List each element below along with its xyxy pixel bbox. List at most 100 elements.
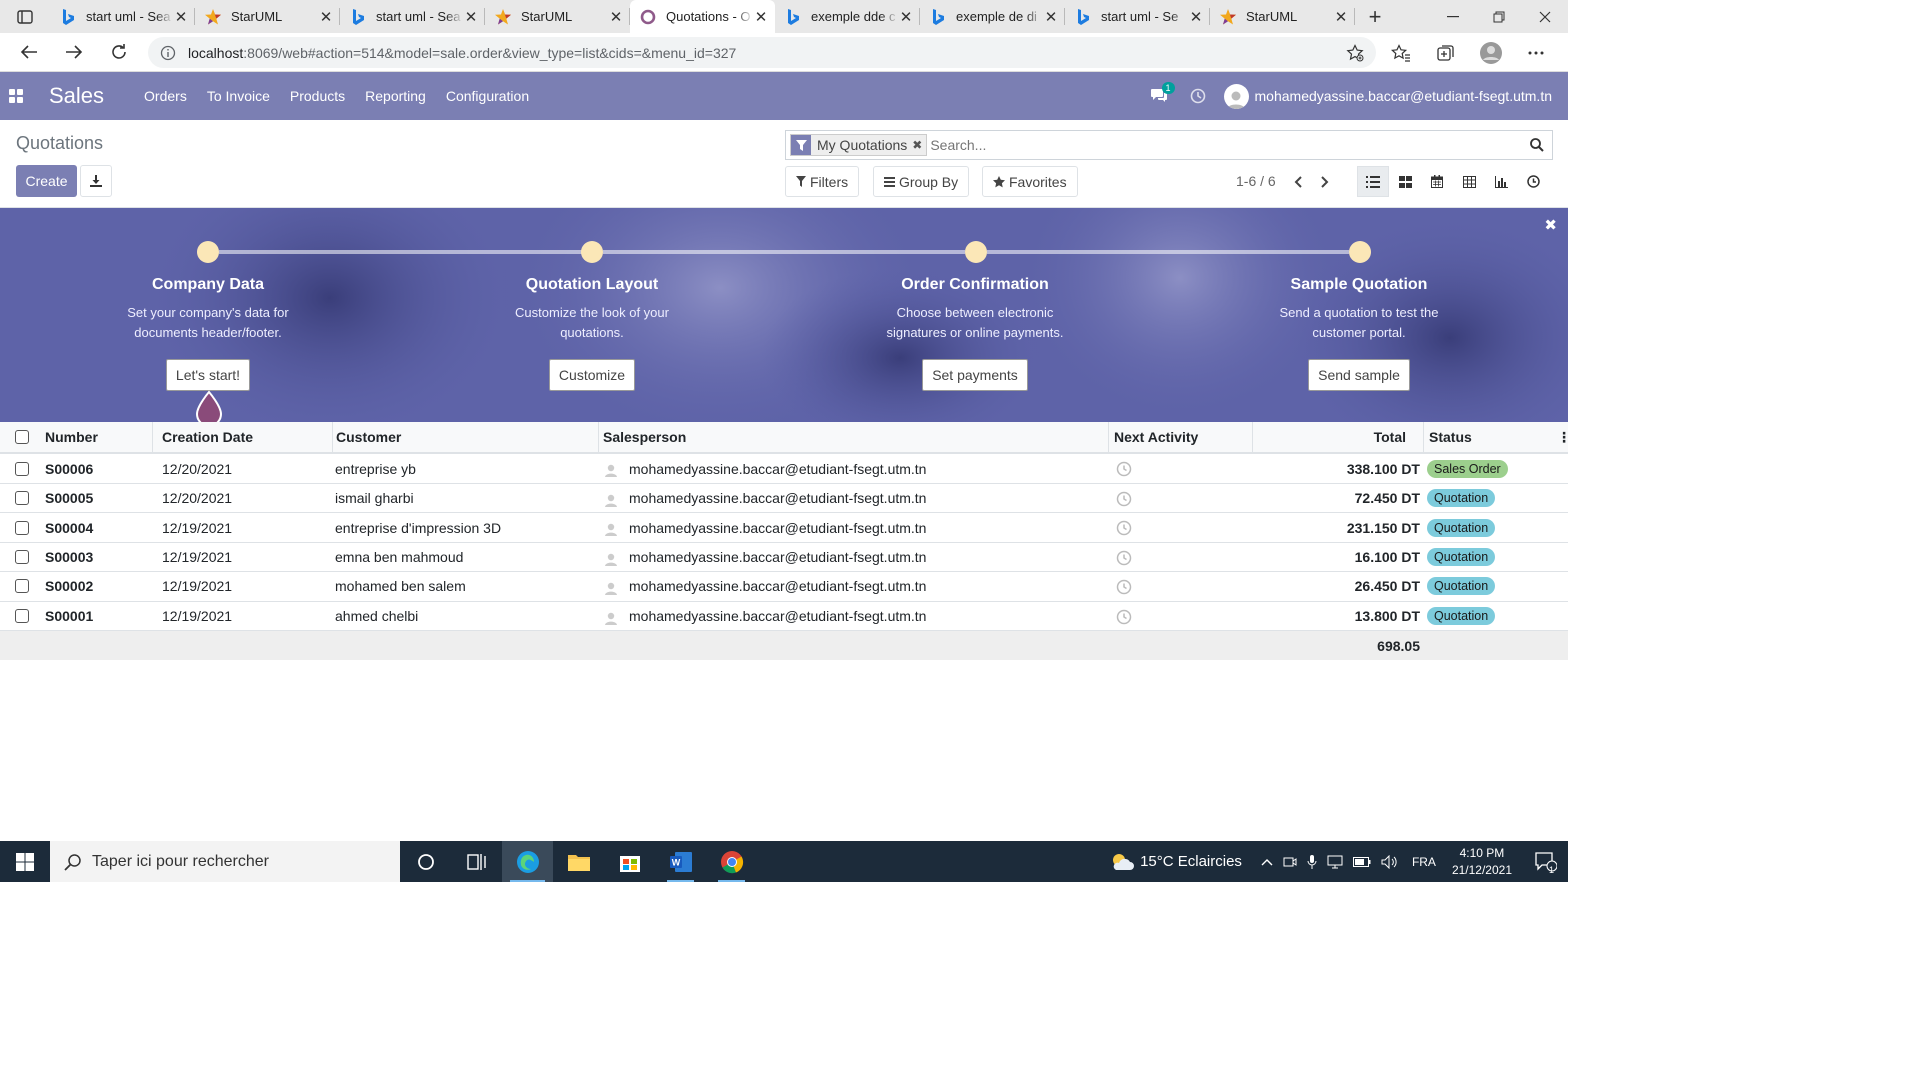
windows-start-icon[interactable] xyxy=(0,841,50,882)
app-brand[interactable]: Sales xyxy=(49,83,104,109)
microsoft-store-icon[interactable] xyxy=(604,841,655,882)
row-checkbox[interactable] xyxy=(15,549,29,564)
browser-tab[interactable]: Quotations - O ✕ xyxy=(630,0,775,33)
header-creation-date[interactable]: Creation Date xyxy=(162,429,253,445)
customize-button[interactable]: Customize xyxy=(548,359,636,391)
language-indicator[interactable]: FRA xyxy=(1412,855,1436,869)
discuss-icon[interactable]: 1 xyxy=(1150,82,1175,104)
table-row[interactable]: S00006 12/20/2021 entreprise yb mohamedyass… xyxy=(0,454,1568,484)
task-view-icon[interactable] xyxy=(451,841,502,882)
refresh-icon[interactable] xyxy=(96,33,141,72)
table-row[interactable]: S00001 12/19/2021 ahmed chelbi mohamedyassi… xyxy=(0,602,1568,631)
battery-icon[interactable] xyxy=(1352,856,1371,867)
pager-previous-icon[interactable] xyxy=(1285,166,1311,197)
close-tab-icon[interactable]: ✕ xyxy=(1043,9,1059,26)
lets-start-button[interactable]: Let's start! xyxy=(165,359,251,391)
url-bar[interactable]: localhost:8069/web#action=514&model=sale… xyxy=(148,37,1376,68)
more-options-icon[interactable] xyxy=(1513,33,1558,72)
calendar-view-icon[interactable] xyxy=(1421,166,1453,197)
favorites-icon[interactable] xyxy=(1378,33,1423,72)
chrome-icon[interactable] xyxy=(706,841,757,882)
activity-clock-icon[interactable] xyxy=(1190,88,1206,104)
menu-orders[interactable]: Orders xyxy=(134,88,197,104)
browser-tab[interactable]: exemple dde c ✕ xyxy=(775,0,920,33)
list-view-icon[interactable] xyxy=(1357,166,1389,197)
select-all-checkbox[interactable] xyxy=(15,430,29,444)
row-checkbox[interactable] xyxy=(15,608,29,623)
site-info-icon[interactable] xyxy=(148,45,188,61)
pivot-view-icon[interactable] xyxy=(1453,166,1485,197)
menu-reporting[interactable]: Reporting xyxy=(355,88,436,104)
add-favorite-icon[interactable] xyxy=(1346,44,1364,62)
app-menu-icon[interactable] xyxy=(0,72,32,120)
table-row[interactable]: S00005 12/20/2021 ismail gharbi mohamedyass… xyxy=(0,484,1568,514)
activity-clock-icon[interactable] xyxy=(1116,461,1132,477)
graph-view-icon[interactable] xyxy=(1485,166,1517,197)
browser-tab[interactable]: StarUML ✕ xyxy=(1210,0,1355,33)
header-salesperson[interactable]: Salesperson xyxy=(603,429,686,445)
export-download-button[interactable] xyxy=(80,165,112,197)
onboarding-tip-drop-icon[interactable] xyxy=(196,390,222,422)
header-next-activity[interactable]: Next Activity xyxy=(1114,429,1198,445)
close-tab-icon[interactable]: ✕ xyxy=(898,9,914,26)
header-number[interactable]: Number xyxy=(45,429,98,445)
group-by-button[interactable]: Group By xyxy=(873,166,970,197)
close-tab-icon[interactable]: ✕ xyxy=(753,9,769,26)
tab-actions-icon[interactable] xyxy=(0,0,50,33)
optional-columns-icon[interactable]: ⋮ xyxy=(1557,429,1571,446)
header-customer[interactable]: Customer xyxy=(336,429,401,445)
activity-clock-icon[interactable] xyxy=(1116,550,1132,566)
browser-tab[interactable]: start uml - Sea ✕ xyxy=(50,0,195,33)
user-name[interactable]: mohamedyassine.baccar@etudiant-fsegt.utm… xyxy=(1255,88,1552,104)
menu-to-invoice[interactable]: To Invoice xyxy=(197,88,280,104)
menu-products[interactable]: Products xyxy=(280,88,355,104)
activity-view-icon[interactable] xyxy=(1517,166,1549,197)
browser-tab[interactable]: StarUML ✕ xyxy=(195,0,340,33)
row-checkbox[interactable] xyxy=(15,461,29,476)
send-sample-button[interactable]: Send sample xyxy=(1308,359,1410,391)
close-tab-icon[interactable]: ✕ xyxy=(1188,9,1204,26)
search-icon[interactable] xyxy=(1522,138,1552,152)
kanban-view-icon[interactable] xyxy=(1389,166,1421,197)
row-checkbox[interactable] xyxy=(15,491,29,506)
favorites-button[interactable]: Favorites xyxy=(982,166,1078,197)
row-checkbox[interactable] xyxy=(15,520,29,535)
facet-remove-icon[interactable]: ✖ xyxy=(912,138,926,152)
file-explorer-icon[interactable] xyxy=(553,841,604,882)
create-button[interactable]: Create xyxy=(16,165,77,197)
browser-tab[interactable]: StarUML ✕ xyxy=(485,0,630,33)
forward-icon[interactable] xyxy=(51,33,96,72)
new-tab-button[interactable]: + xyxy=(1355,0,1395,33)
activity-clock-icon[interactable] xyxy=(1116,609,1132,625)
notifications-icon[interactable]: 1 xyxy=(1524,851,1568,875)
restore-icon[interactable] xyxy=(1476,0,1522,33)
activity-clock-icon[interactable] xyxy=(1116,579,1132,595)
user-avatar[interactable] xyxy=(1223,83,1249,109)
collections-icon[interactable] xyxy=(1423,33,1468,72)
table-row[interactable]: S00003 12/19/2021 emna ben mahmoud mohamedy… xyxy=(0,543,1568,573)
row-checkbox[interactable] xyxy=(15,579,29,594)
pager-value[interactable]: 1-6 / 6 xyxy=(1236,173,1276,189)
banner-close-icon[interactable]: ✖ xyxy=(1544,216,1557,234)
close-tab-icon[interactable]: ✕ xyxy=(608,9,624,26)
close-window-icon[interactable] xyxy=(1522,0,1568,33)
pager-next-icon[interactable] xyxy=(1312,166,1338,197)
weather-widget[interactable]: 15°C Eclaircies xyxy=(1110,852,1242,872)
search-input[interactable] xyxy=(927,132,1522,158)
minimize-icon[interactable] xyxy=(1430,0,1476,33)
header-status[interactable]: Status xyxy=(1429,429,1472,445)
taskbar-clock[interactable]: 4:10 PM 21/12/2021 xyxy=(1452,845,1512,879)
filters-button[interactable]: Filters xyxy=(785,166,860,197)
close-tab-icon[interactable]: ✕ xyxy=(173,9,189,26)
close-tab-icon[interactable]: ✕ xyxy=(1333,9,1349,26)
microphone-icon[interactable] xyxy=(1307,854,1317,869)
activity-clock-icon[interactable] xyxy=(1116,520,1132,536)
header-total[interactable]: Total xyxy=(1374,429,1406,445)
close-tab-icon[interactable]: ✕ xyxy=(318,9,334,26)
browser-tab[interactable]: start uml - Se ✕ xyxy=(1065,0,1210,33)
taskbar-search-box[interactable]: Taper ici pour rechercher xyxy=(50,841,400,882)
table-row[interactable]: S00004 12/19/2021 entreprise d'impression … xyxy=(0,513,1568,543)
browser-tab[interactable]: exemple de di ✕ xyxy=(920,0,1065,33)
table-row[interactable]: S00002 12/19/2021 mohamed ben salem mohamed… xyxy=(0,572,1568,602)
browser-tab[interactable]: start uml - Sea ✕ xyxy=(340,0,485,33)
